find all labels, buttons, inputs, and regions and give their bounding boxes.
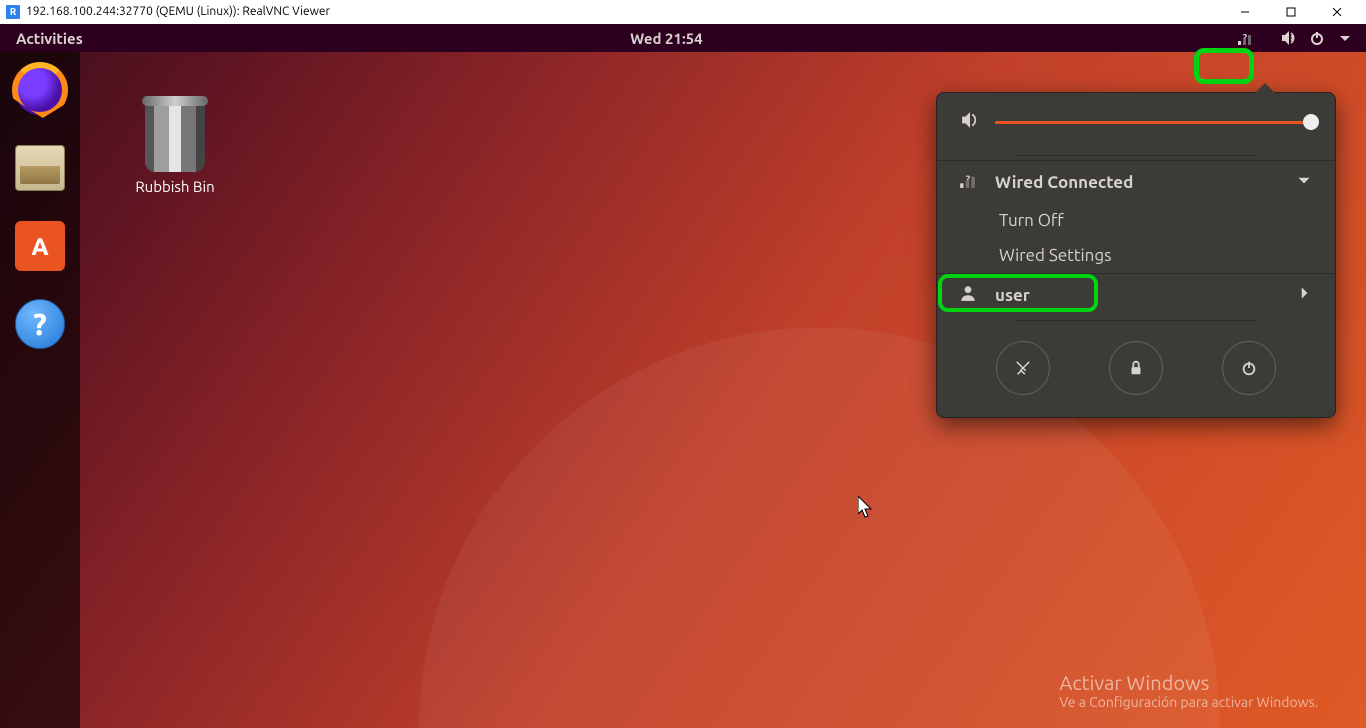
desktop-icon-trash[interactable]: Rubbish Bin bbox=[125, 102, 225, 195]
dock-app-software[interactable]: A bbox=[14, 220, 66, 272]
gnome-top-bar: Activities Wed 21:54 ? bbox=[0, 24, 1366, 52]
realvnc-logo-icon: R bbox=[6, 5, 20, 19]
clock-button[interactable]: Wed 21:54 bbox=[99, 24, 1234, 52]
chevron-down-icon bbox=[1295, 171, 1313, 193]
settings-button[interactable] bbox=[996, 341, 1050, 395]
volume-icon[interactable] bbox=[1278, 26, 1300, 50]
chevron-right-icon bbox=[1295, 284, 1313, 306]
activities-button[interactable]: Activities bbox=[0, 24, 99, 52]
network-section-toggle[interactable]: ? Wired Connected bbox=[937, 160, 1335, 203]
windows-activation-watermark: Activar Windows Ve a Configuración para … bbox=[1059, 671, 1318, 710]
annotation-highlight-tray bbox=[1194, 48, 1254, 84]
user-icon bbox=[959, 284, 977, 306]
host-close-button[interactable] bbox=[1314, 0, 1360, 24]
ubuntu-dock: A ? bbox=[0, 52, 80, 728]
network-turn-off-label: Turn Off bbox=[999, 211, 1064, 230]
trash-label: Rubbish Bin bbox=[125, 178, 225, 195]
dock-app-files[interactable] bbox=[14, 142, 66, 194]
power-button[interactable] bbox=[1222, 341, 1276, 395]
clock-label: Wed 21:54 bbox=[630, 30, 702, 47]
software-center-icon: A bbox=[15, 221, 65, 271]
host-window-titlebar: R 192.168.100.244:32770 (QEMU (Linux)): … bbox=[0, 0, 1366, 24]
volume-row bbox=[937, 93, 1335, 151]
ubuntu-desktop: Activities Wed 21:54 ? A ? Rubb bbox=[0, 24, 1366, 728]
mouse-cursor-icon bbox=[858, 496, 874, 520]
activities-label: Activities bbox=[16, 30, 83, 47]
host-window-title: 192.168.100.244:32770 (QEMU (Linux)): Re… bbox=[26, 5, 330, 18]
network-title: Wired Connected bbox=[995, 173, 1277, 192]
volume-slider[interactable] bbox=[995, 121, 1311, 124]
host-minimize-button[interactable] bbox=[1222, 0, 1268, 24]
network-wired-settings-label: Wired Settings bbox=[999, 246, 1112, 265]
speaker-icon bbox=[961, 111, 979, 133]
chevron-down-icon[interactable] bbox=[1334, 26, 1356, 50]
trash-icon bbox=[145, 102, 205, 172]
system-tray[interactable]: ? bbox=[1234, 24, 1366, 52]
archive-manager-icon bbox=[15, 145, 65, 191]
user-name-label: user bbox=[995, 286, 1277, 305]
watermark-line2: Ve a Configuración para activar Windows. bbox=[1059, 694, 1318, 710]
network-turn-off[interactable]: Turn Off bbox=[937, 203, 1335, 238]
action-buttons-row bbox=[937, 325, 1335, 417]
network-status-icon[interactable]: ? bbox=[1234, 26, 1256, 50]
dock-app-help[interactable]: ? bbox=[14, 298, 66, 350]
power-icon[interactable] bbox=[1306, 26, 1328, 50]
host-maximize-button[interactable] bbox=[1268, 0, 1314, 24]
user-section-toggle[interactable]: user bbox=[937, 273, 1335, 316]
watermark-line1: Activar Windows bbox=[1059, 671, 1318, 694]
dock-app-firefox[interactable] bbox=[14, 64, 66, 116]
help-icon: ? bbox=[15, 299, 65, 349]
lock-button[interactable] bbox=[1109, 341, 1163, 395]
wired-network-icon: ? bbox=[959, 171, 977, 193]
system-status-menu: ? Wired Connected Turn Off Wired Setting… bbox=[936, 92, 1336, 418]
firefox-icon bbox=[15, 65, 65, 115]
network-wired-settings[interactable]: Wired Settings bbox=[937, 238, 1335, 273]
